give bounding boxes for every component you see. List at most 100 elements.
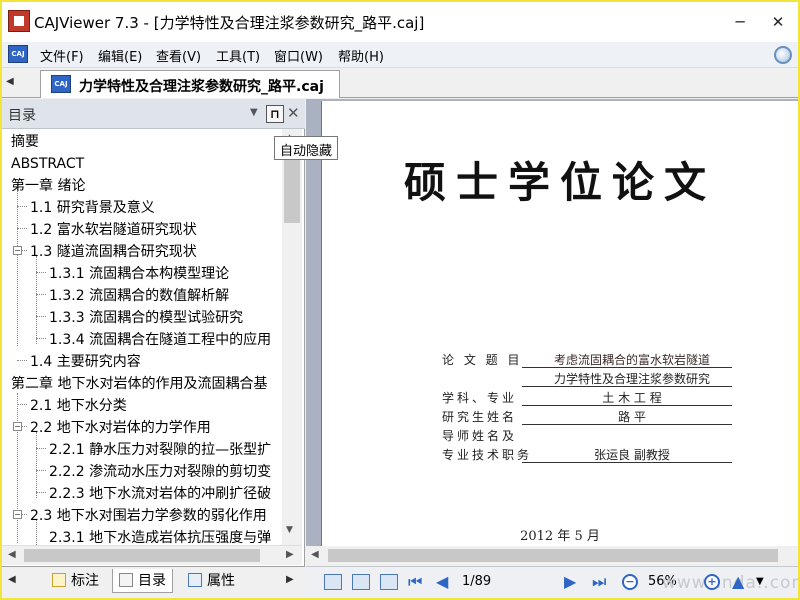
tree-connector: [17, 228, 27, 229]
first-page-icon[interactable]: ⏮: [408, 572, 422, 592]
collapse-icon[interactable]: −: [13, 510, 22, 519]
form-label: 导师姓名及: [442, 429, 518, 443]
app-logo-icon: [8, 10, 30, 32]
single-page-view-icon[interactable]: [324, 574, 342, 590]
menu-bar: CAJ 文件(F) 编辑(E) 查看(V) 工具(T) 窗口(W) 帮助(H): [2, 42, 798, 68]
tree-connector: [36, 256, 37, 344]
caj-file-icon: CAJ: [51, 75, 71, 93]
toc-item[interactable]: 2.2.1 静水压力对裂隙的拉—张型扩: [49, 439, 271, 461]
zoom-dropdown-icon[interactable]: ▼: [756, 576, 764, 587]
globe-icon[interactable]: [774, 46, 792, 64]
toc-item[interactable]: 摘要: [11, 131, 39, 153]
tab-properties[interactable]: 属性: [188, 569, 235, 593]
next-page-icon[interactable]: ▶: [564, 572, 576, 591]
menu-tools[interactable]: 工具(T): [216, 46, 260, 65]
toc-item[interactable]: 1.3.2 流固耦合的数值解析解: [49, 285, 229, 307]
tree-connector: [36, 492, 46, 493]
tree-connector: [17, 393, 18, 543]
form-row-title: 论 文 题 目 考虑流固耦合的富水软岩隧道: [322, 351, 798, 369]
toc-vertical-scrollbar[interactable]: ▲ ▼: [282, 129, 302, 545]
properties-icon: [188, 573, 202, 587]
toc-item[interactable]: 2.2 地下水对岩体的力学作用: [30, 417, 211, 439]
document-view[interactable]: 硕士学位论文 论 文 题 目 考虑流固耦合的富水软岩隧道 力学特性及合理注浆参数…: [306, 99, 798, 566]
auto-hide-tooltip: 自动隐藏: [274, 136, 339, 160]
tree-connector: [36, 470, 46, 471]
toc-item[interactable]: 1.4 主要研究内容: [30, 351, 141, 373]
toc-item[interactable]: 1.3.4 流固耦合在隧道工程中的应用: [49, 329, 271, 351]
previous-page-icon[interactable]: ◀: [436, 572, 448, 591]
tree-connector: [17, 184, 18, 346]
toc-item[interactable]: 2.2.2 渗流动水压力对裂隙的剪切变: [49, 461, 271, 483]
scroll-right-icon[interactable]: ▶: [286, 549, 294, 560]
collapse-icon[interactable]: −: [13, 422, 22, 431]
toc-item[interactable]: 第一章 绪论: [11, 175, 85, 197]
sidebar-close-icon[interactable]: ✕: [287, 104, 300, 122]
zoom-in-icon[interactable]: +: [704, 574, 720, 590]
panel-tabs-right-icon[interactable]: ▶: [286, 574, 294, 585]
scroll-left-icon[interactable]: ◀: [8, 549, 16, 560]
form-row-student: 研究生姓名 路 平: [322, 408, 798, 426]
scrollbar-thumb[interactable]: [284, 151, 300, 223]
document-page: 硕士学位论文 论 文 题 目 考虑流固耦合的富水软岩隧道 力学特性及合理注浆参数…: [322, 101, 798, 546]
menu-edit[interactable]: 编辑(E): [98, 46, 142, 65]
panel-tab-bar: ◀ 标注 目录 属性 ▶: [2, 566, 305, 598]
minimize-button[interactable]: ─: [720, 10, 760, 34]
menu-view[interactable]: 查看(V): [156, 46, 201, 65]
toc-item[interactable]: 2.1 地下水分类: [30, 395, 127, 417]
sidebar-menu-chevron-icon[interactable]: ▼: [250, 107, 258, 118]
form-value: 考虑流固耦合的富水软岩隧道: [553, 353, 710, 367]
menu-file[interactable]: 文件(F): [40, 46, 84, 65]
menu-help[interactable]: 帮助(H): [338, 46, 384, 65]
form-value: 路 平: [618, 410, 646, 424]
tree-connector: [36, 338, 46, 339]
document-menu-icon[interactable]: CAJ: [8, 45, 28, 63]
document-horizontal-scrollbar[interactable]: ◀: [306, 546, 798, 566]
watermark: www.cnda..com: [662, 573, 800, 593]
panel-tabs-left-icon[interactable]: ◀: [8, 574, 16, 585]
tree-connector: [36, 448, 46, 449]
tree-connector: [17, 206, 27, 207]
toc-item[interactable]: 1.3.1 流固耦合本构模型理论: [49, 263, 229, 285]
scrollbar-thumb[interactable]: [24, 549, 260, 562]
toc-item[interactable]: 2.3.1 地下水造成岩体抗压强度与弹: [49, 527, 271, 545]
toc-item[interactable]: 2.3 地下水对围岩力学参数的弱化作用: [30, 505, 267, 527]
tab-toc[interactable]: 目录: [112, 569, 173, 593]
document-tab-bar: ◀ CAJ 力学特性及合理注浆参数研究_路平.caj: [2, 68, 798, 98]
fit-page-icon[interactable]: ▲: [732, 572, 744, 591]
tree-connector: [22, 250, 27, 251]
collapse-icon[interactable]: −: [13, 246, 22, 255]
page-indicator[interactable]: 1/89: [462, 574, 491, 589]
tab-annotations-label: 标注: [71, 573, 99, 589]
tab-annotations[interactable]: 标注: [52, 569, 99, 593]
navigation-bar: ⏮ ◀ 1/89 ▶ ⏭ − 56% www.cnda..com + ▲ ▼: [306, 566, 798, 598]
toc-item[interactable]: 1.1 研究背景及意义: [30, 197, 155, 219]
toc-item[interactable]: ABSTRACT: [11, 153, 84, 175]
sidebar-header: 目录 ▼ ⊓ ✕: [2, 99, 305, 129]
tab-document[interactable]: CAJ 力学特性及合理注浆参数研究_路平.caj: [40, 70, 340, 98]
form-value: 土 木 工 程: [602, 391, 662, 405]
form-underline: [522, 367, 732, 368]
scroll-down-icon[interactable]: ▼: [286, 525, 293, 535]
scrollbar-thumb[interactable]: [328, 549, 778, 562]
menu-window[interactable]: 窗口(W): [274, 46, 323, 65]
toc-item[interactable]: 1.2 富水软岩隧道研究现状: [30, 219, 197, 241]
facing-pages-view-icon[interactable]: [380, 574, 398, 590]
zoom-out-icon[interactable]: −: [622, 574, 638, 590]
form-value: 张运良 副教授: [594, 448, 670, 462]
toc-item[interactable]: 第二章 地下水对岩体的作用及流固耦合基: [11, 373, 267, 395]
last-page-icon[interactable]: ⏭: [592, 572, 606, 592]
form-label: 论 文 题 目: [442, 353, 523, 367]
title-bar: CAJViewer 7.3 - [力学特性及合理注浆参数研究_路平.caj] ─…: [2, 2, 798, 42]
form-underline: [522, 462, 732, 463]
toc-horizontal-scrollbar[interactable]: ◀ ▶: [2, 545, 302, 565]
tab-toc-label: 目录: [138, 573, 166, 589]
toc-item[interactable]: 1.3 隧道流固耦合研究现状: [30, 241, 197, 263]
tree-connector: [17, 360, 27, 361]
toc-item[interactable]: 2.2.3 地下水流对岩体的冲刷扩径破: [49, 483, 271, 505]
close-button[interactable]: ✕: [758, 10, 798, 34]
tab-scroll-left-icon[interactable]: ◀: [6, 76, 14, 87]
toc-item[interactable]: 1.3.3 流固耦合的模型试验研究: [49, 307, 243, 329]
scroll-left-icon[interactable]: ◀: [311, 549, 319, 560]
pin-icon[interactable]: ⊓: [266, 105, 284, 123]
continuous-view-icon[interactable]: [352, 574, 370, 590]
